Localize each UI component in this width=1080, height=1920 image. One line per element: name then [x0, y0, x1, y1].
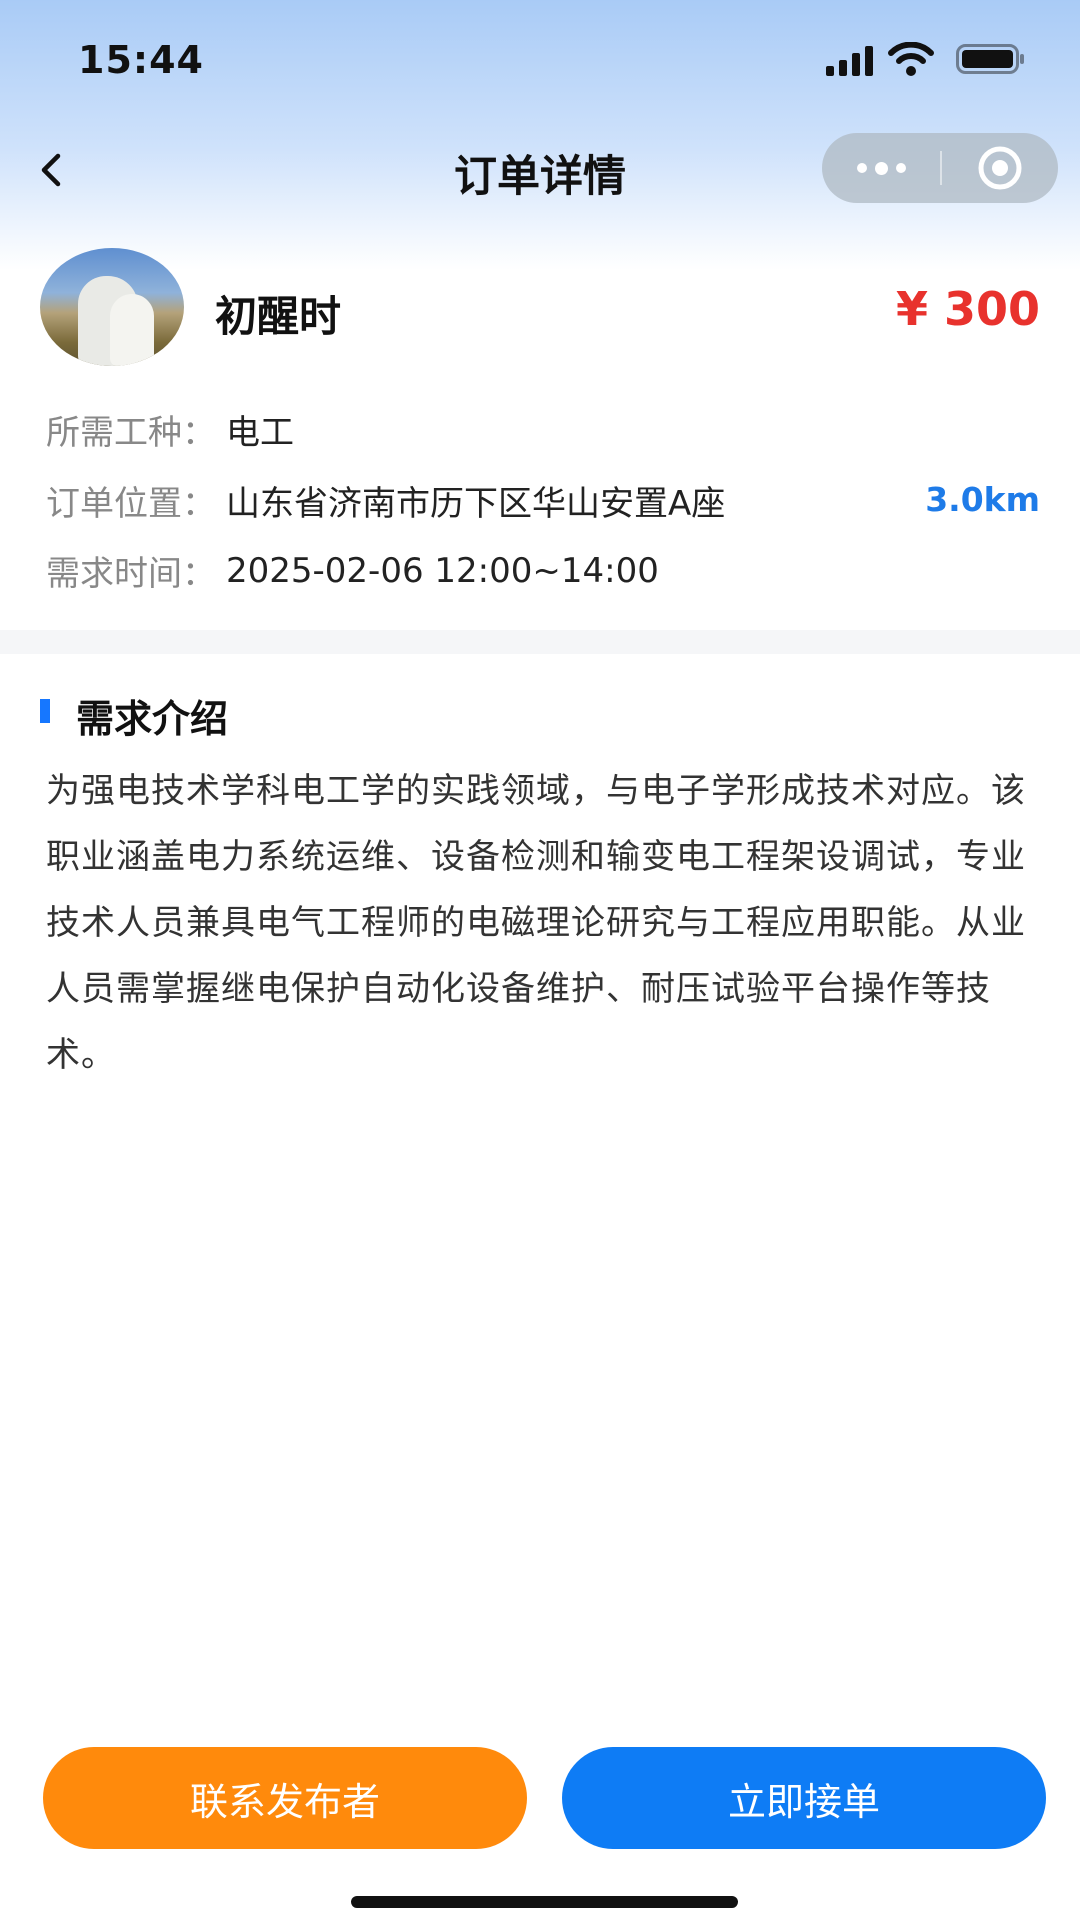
back-button[interactable]	[30, 148, 70, 192]
battery-icon	[956, 44, 1024, 74]
more-dots-icon	[853, 161, 910, 175]
location-label: 订单位置：	[46, 484, 216, 524]
cellular-signal-icon	[826, 46, 873, 76]
info-row-work-type: 所需工种： 电工	[46, 405, 294, 454]
info-row-location: 订单位置： 山东省济南市历下区华山安置A座	[46, 476, 725, 525]
nav-bar: 订单详情	[0, 130, 1080, 210]
time-value: 2025-02-06 12:00~14:00	[226, 550, 659, 591]
section-divider	[0, 630, 1080, 654]
work-type-value: 电工	[226, 413, 294, 453]
more-button[interactable]	[822, 133, 940, 203]
publisher-name: 初醒时	[215, 292, 342, 341]
intro-text: 为强电技术学科电工学的实践领域，与电子学形成技术对应。该职业涵盖电力系统运维、设…	[46, 771, 1026, 1075]
location-value: 山东省济南市历下区华山安置A座	[226, 484, 726, 524]
work-type-label: 所需工种：	[46, 413, 216, 453]
info-row-time: 需求时间： 2025-02-06 12:00~14:00	[46, 546, 659, 595]
avatar	[40, 248, 184, 366]
wifi-icon	[888, 42, 934, 76]
order-price: ¥ 300	[895, 282, 1040, 336]
mini-program-capsule	[822, 133, 1058, 203]
section-accent-bar	[40, 699, 50, 723]
close-mini-program-button[interactable]	[942, 133, 1058, 203]
accept-order-button[interactable]: 立即接单	[562, 1747, 1046, 1849]
home-indicator	[351, 1896, 738, 1908]
intro-title: 需求介绍	[76, 697, 229, 741]
contact-publisher-button[interactable]: 联系发布者	[43, 1747, 527, 1849]
chevron-left-icon	[41, 153, 61, 187]
status-bar: 15:44	[0, 0, 1080, 120]
distance-badge: 3.0km	[925, 480, 1040, 519]
target-circle-icon	[978, 146, 1022, 190]
time-label: 需求时间：	[46, 554, 216, 594]
status-time: 15:44	[78, 38, 204, 82]
